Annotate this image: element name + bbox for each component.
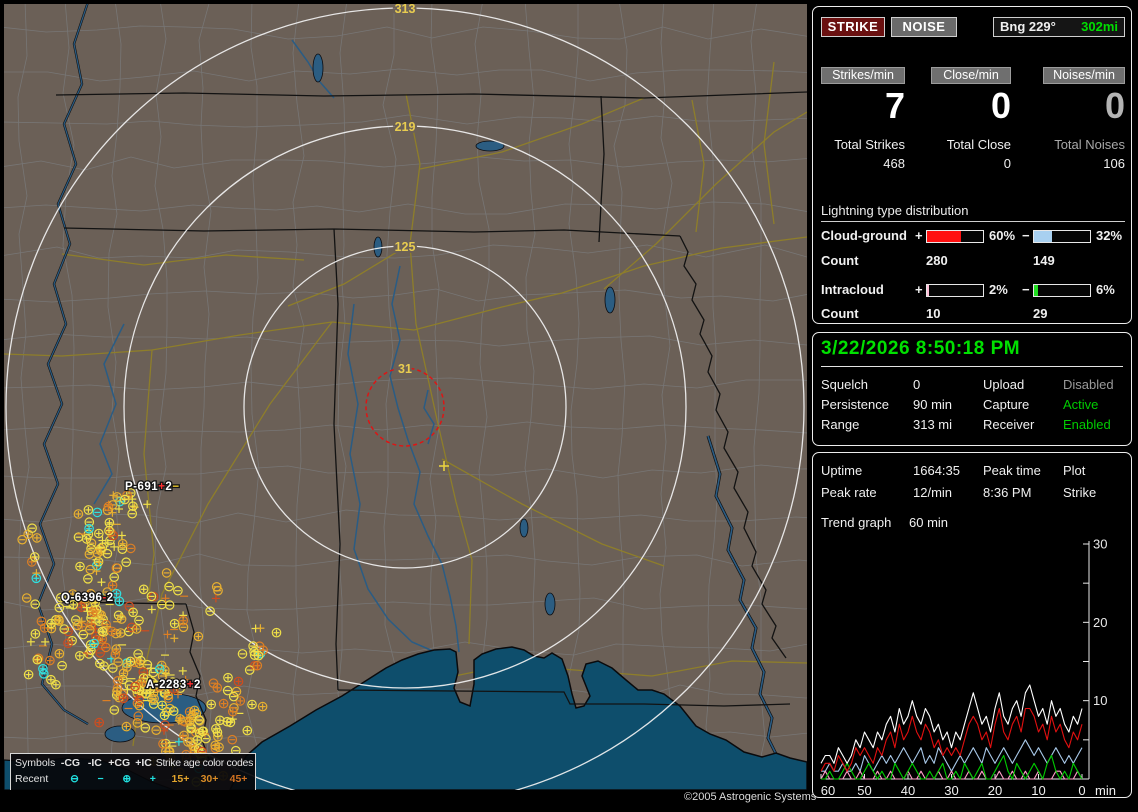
- noise-button[interactable]: NOISE: [891, 17, 957, 37]
- divider: [821, 366, 1123, 367]
- total-noises-label: Total Noises: [1054, 137, 1125, 152]
- ic-neg-count: 29: [1033, 306, 1048, 321]
- squelch-value: 0: [913, 377, 921, 392]
- total-strikes-value: 468: [883, 156, 905, 171]
- ic-neg-pct: 6%: [1096, 282, 1115, 297]
- cg-pos-pct: 60%: [989, 228, 1016, 243]
- svg-text:min: min: [1095, 783, 1116, 797]
- svg-text:Q-6396-2: Q-6396-2: [61, 592, 114, 604]
- svg-text:125: 125: [395, 240, 416, 254]
- distribution-title: Lightning type distribution: [821, 203, 1125, 222]
- plus-sign: +: [915, 228, 923, 243]
- svg-text:219: 219: [395, 120, 416, 134]
- trend-panel: Uptime 1664:35 Peak time Plot Peak rate …: [812, 452, 1132, 798]
- upload-label: Upload: [983, 377, 1025, 392]
- ic-neg-bar: [1033, 284, 1091, 297]
- plot-label: Plot: [1063, 463, 1086, 478]
- capture-status: Active: [1063, 397, 1099, 412]
- cloud-ground-label: Cloud-ground: [821, 228, 907, 243]
- ic-pos-bar: [926, 284, 984, 297]
- cg-pos-count: 280: [926, 253, 948, 268]
- uptime-value: 1664:35: [913, 463, 960, 478]
- strikes-per-min-value: 7: [884, 85, 905, 126]
- svg-text:P-691+2−: P-691+2−: [125, 481, 180, 493]
- ic-pos-count: 10: [926, 306, 941, 321]
- legend-row: Recent ⊖ − ⊕ +15+ 30+ 45+: [15, 773, 248, 785]
- upload-status: Disabled: [1063, 377, 1114, 392]
- plus-sign: +: [915, 282, 923, 297]
- peak-rate-value: 12/min: [913, 485, 953, 500]
- persistence-value: 90 min: [913, 397, 953, 412]
- minus-sign: −: [1022, 282, 1030, 297]
- bearing-readout: Bng 229° 302mi: [993, 17, 1125, 37]
- persistence-label: Persistence: [821, 397, 889, 412]
- total-noises-value: 106: [1103, 156, 1125, 171]
- svg-text:20: 20: [1093, 615, 1107, 630]
- svg-text:20: 20: [988, 783, 1002, 797]
- capture-label: Capture: [983, 397, 1030, 412]
- svg-text:60: 60: [821, 783, 835, 797]
- legend-age-header: Strike age color codes: [155, 757, 254, 769]
- receiver-label: Receiver: [983, 417, 1035, 432]
- peak-time-label: Peak time: [983, 463, 1041, 478]
- cg-neg-count: 149: [1033, 253, 1055, 268]
- bearing-label: Bng 229°: [1000, 19, 1056, 34]
- plot-mode-value: Strike: [1063, 485, 1097, 500]
- svg-text:50: 50: [857, 783, 871, 797]
- close-per-min-value: 0: [990, 85, 1011, 126]
- total-close-label: Total Close: [946, 137, 1011, 152]
- svg-text:31: 31: [398, 362, 412, 376]
- count-label: Count: [821, 306, 859, 321]
- chip-close-per-min: Close/min: [931, 67, 1011, 84]
- squelch-label: Squelch: [821, 377, 868, 392]
- range-value: 313 mi: [913, 417, 953, 432]
- total-strikes-label: Total Strikes: [834, 137, 905, 152]
- status-panel: 3/22/2026 8:50:18 PM Squelch 0 Upload Di…: [812, 332, 1132, 446]
- svg-text:10: 10: [1031, 783, 1045, 797]
- legend-row: Old⊖−⊕+60+75+90+: [13, 787, 253, 790]
- trend-graph-label: Trend graph: [821, 515, 892, 530]
- svg-text:0: 0: [1078, 783, 1085, 797]
- receiver-status: Enabled: [1063, 417, 1111, 432]
- copyright-text: ©2005 Astrogenic Systems: [684, 791, 817, 803]
- trend-window-value: 60 min: [909, 515, 949, 530]
- svg-text:A-2283+2: A-2283+2: [146, 679, 201, 691]
- map-canvas[interactable]: 313 219 125 31 P-691+2− Q-6396-2 A-2283+2 Symb…: [4, 4, 807, 790]
- noises-per-min-value: 0: [1104, 85, 1125, 126]
- count-label: Count: [821, 253, 859, 268]
- legend-header: Symbols -CG -IC +CG +IC Strike age color code…: [15, 757, 254, 769]
- trend-graph: 10 20 30 60 50 40 30 20 10 0 min: [820, 537, 1116, 797]
- peak-rate-label: Peak rate: [821, 485, 877, 500]
- svg-text:10: 10: [1093, 693, 1107, 708]
- cg-neg-bar: [1033, 230, 1091, 243]
- svg-text:40: 40: [901, 783, 915, 797]
- peak-time-value: 8:36 PM: [983, 485, 1032, 500]
- svg-text:30: 30: [1093, 537, 1107, 552]
- intracloud-label: Intracloud: [821, 282, 884, 297]
- cg-neg-pct: 32%: [1096, 228, 1123, 243]
- ic-pos-pct: 2%: [989, 282, 1008, 297]
- strike-button[interactable]: STRIKE: [821, 17, 885, 37]
- datetime-display: 3/22/2026 8:50:18 PM: [821, 338, 1021, 359]
- svg-text:313: 313: [395, 4, 416, 16]
- strike-legend: Symbols -CG -IC +CG +IC Strike age color code…: [10, 753, 256, 790]
- minus-sign: −: [1022, 228, 1030, 243]
- chip-strikes-per-min: Strikes/min: [821, 67, 905, 84]
- cg-pos-bar: [926, 230, 984, 243]
- range-label: Range: [821, 417, 860, 432]
- uptime-label: Uptime: [821, 463, 863, 478]
- strike-stats-panel: STRIKE NOISE Bng 229° 302mi Strikes/min …: [812, 6, 1132, 324]
- bearing-range: 302mi: [1081, 19, 1118, 34]
- app-window: { "header": { "strike_label": "STRIKE", …: [0, 0, 1138, 812]
- chip-noises-per-min: Noises/min: [1043, 67, 1125, 84]
- total-close-value: 0: [1003, 156, 1011, 171]
- svg-text:30: 30: [944, 783, 958, 797]
